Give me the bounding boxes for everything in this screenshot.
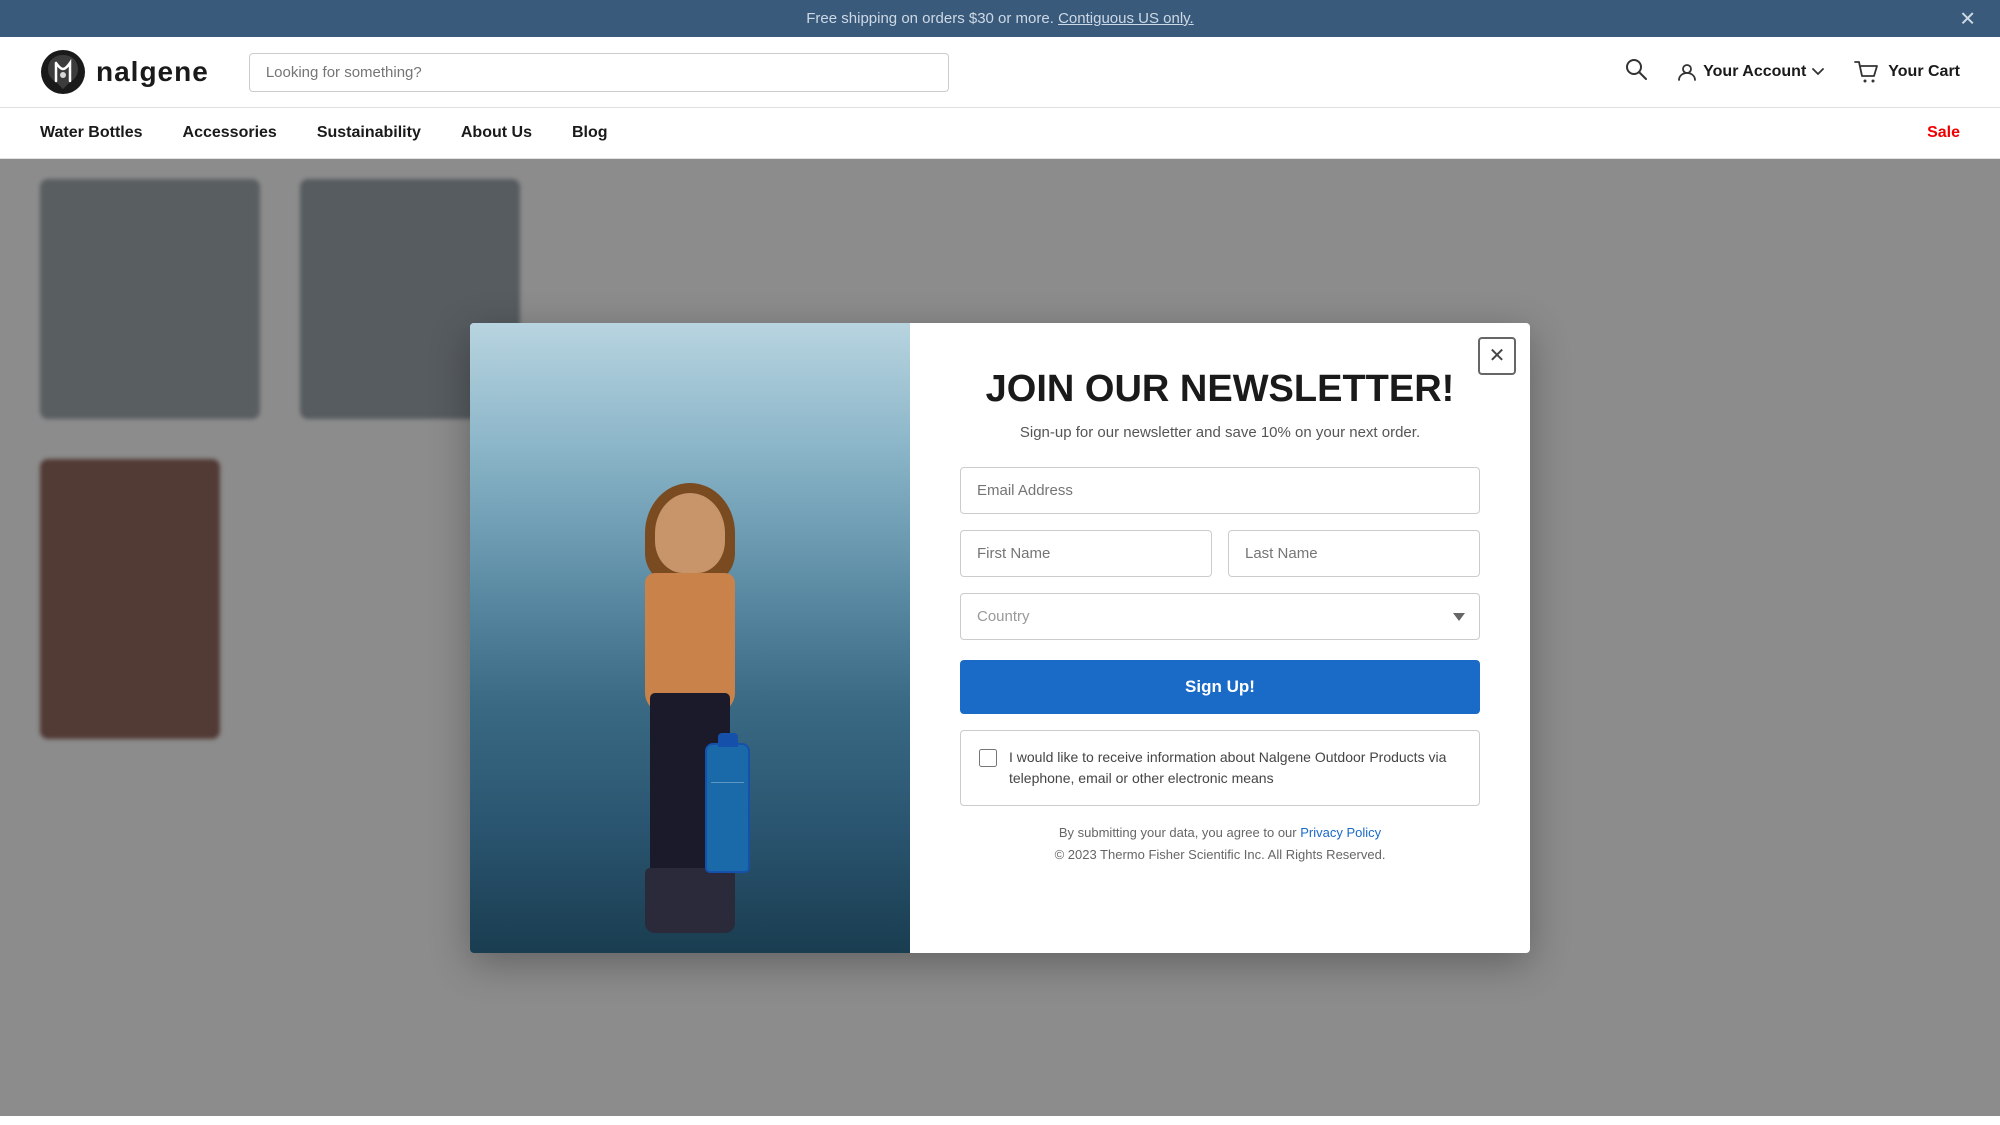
modal-content-panel: ✕ JOIN OUR NEWSLETTER! Sign-up for our n… (910, 323, 1530, 953)
cart-button[interactable]: Your Cart (1854, 61, 1960, 83)
modal-close-button[interactable]: ✕ (1478, 337, 1516, 375)
last-name-input[interactable] (1228, 530, 1480, 577)
person-boots (645, 868, 735, 933)
water-bottle-prop (705, 743, 750, 873)
copyright-line: © 2023 Thermo Fisher Scientific Inc. All… (960, 844, 1480, 866)
modal-title: JOIN OUR NEWSLETTER! (960, 369, 1480, 411)
nav-item-sustainability[interactable]: Sustainability (317, 108, 421, 158)
header-actions: Your Account Your Cart (1625, 58, 1960, 86)
logo-text: nalgene (96, 56, 209, 88)
announcement-close-button[interactable]: ✕ (1959, 6, 1976, 31)
email-field-group (960, 467, 1480, 514)
nalgene-logo-icon (40, 49, 86, 95)
account-button[interactable]: Your Account (1677, 62, 1824, 82)
consent-checkbox[interactable] (979, 749, 997, 767)
modal-overlay: ✕ JOIN OUR NEWSLETTER! Sign-up for our n… (0, 159, 2000, 1116)
logo[interactable]: nalgene (40, 49, 209, 95)
privacy-policy-line: By submitting your data, you agree to ou… (960, 822, 1480, 844)
person-head (655, 493, 725, 573)
consent-section: I would like to receive information abou… (960, 730, 1480, 806)
signup-button[interactable]: Sign Up! (960, 660, 1480, 714)
close-icon: ✕ (1489, 343, 1506, 368)
email-input[interactable] (960, 467, 1480, 514)
newsletter-modal: ✕ JOIN OUR NEWSLETTER! Sign-up for our n… (470, 323, 1530, 953)
country-field-group: Country United States Canada United King… (960, 593, 1480, 640)
header: nalgene Your Account (0, 37, 2000, 108)
nav-item-blog[interactable]: Blog (572, 108, 608, 158)
announcement-text: Free shipping on orders $30 or more. (806, 10, 1058, 27)
modal-image-person (470, 323, 910, 953)
page-content: ✕ JOIN OUR NEWSLETTER! Sign-up for our n… (0, 159, 2000, 1116)
announcement-link[interactable]: Contiguous US only. (1058, 10, 1194, 27)
search-icon (1625, 58, 1647, 80)
nav-item-accessories[interactable]: Accessories (183, 108, 277, 158)
search-input[interactable] (249, 53, 949, 92)
search-icon-button[interactable] (1625, 58, 1647, 86)
modal-footer: By submitting your data, you agree to ou… (960, 822, 1480, 866)
nav-item-water-bottles[interactable]: Water Bottles (40, 108, 143, 158)
country-select[interactable]: Country United States Canada United King… (960, 593, 1480, 640)
consent-text: I would like to receive information abou… (1009, 747, 1461, 789)
search-container (249, 53, 949, 92)
first-name-input[interactable] (960, 530, 1212, 577)
nav-item-sale[interactable]: Sale (1927, 108, 1960, 158)
modal-image-panel (470, 323, 910, 953)
cart-label: Your Cart (1888, 63, 1960, 81)
cart-icon (1854, 61, 1880, 83)
nav-item-about[interactable]: About Us (461, 108, 532, 158)
privacy-policy-link[interactable]: Privacy Policy (1300, 825, 1381, 840)
modal-subtitle: Sign-up for our newsletter and save 10% … (960, 424, 1480, 441)
account-label: Your Account (1703, 63, 1806, 81)
name-fields-row (960, 530, 1480, 577)
account-icon (1677, 62, 1697, 82)
announcement-bar: Free shipping on orders $30 or more. Con… (0, 0, 2000, 37)
person-torso (645, 573, 735, 713)
person-figure (590, 473, 790, 953)
main-navigation: Water Bottles Accessories Sustainability… (0, 108, 2000, 159)
chevron-down-icon (1812, 68, 1824, 76)
footer-prefix: By submitting your data, you agree to ou… (1059, 825, 1300, 840)
